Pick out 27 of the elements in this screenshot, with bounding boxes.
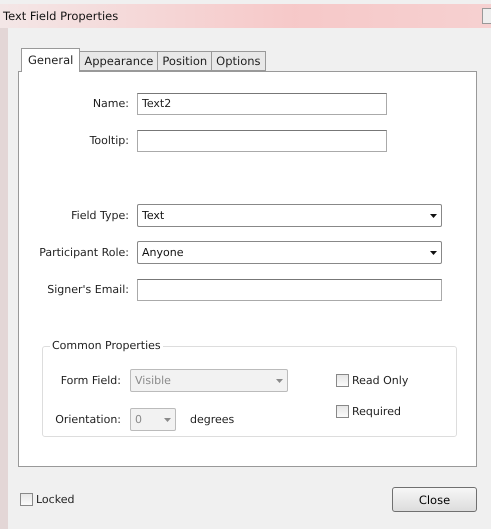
input-field[interactable]: [137, 130, 387, 152]
caret-icon: [430, 214, 437, 218]
window-title: Text Field Properties: [3, 9, 118, 23]
field-label: Signer's Email:: [46, 283, 130, 296]
tab[interactable]: General: [21, 48, 80, 72]
input-field[interactable]: Text2: [137, 92, 387, 114]
group-title: Common Properties: [50, 339, 163, 352]
tab[interactable]: Position: [157, 51, 212, 71]
input-field[interactable]: [137, 278, 442, 300]
checkbox[interactable]: Required: [336, 405, 408, 418]
tab[interactable]: Appearance: [79, 51, 158, 71]
checkbox[interactable]: Read Only: [336, 374, 408, 387]
tab[interactable]: Options: [211, 51, 266, 71]
caret-icon: [164, 418, 171, 422]
field-label: Field Type:: [70, 209, 130, 222]
field-label: Orientation:: [54, 413, 122, 426]
caret-icon: [276, 378, 283, 382]
close-button[interactable]: Close: [392, 487, 477, 512]
field-label: Participant Role:: [38, 246, 130, 259]
field-label: Name:: [92, 97, 130, 110]
field-label: Tooltip:: [88, 134, 130, 147]
dropdown[interactable]: Text: [137, 204, 442, 227]
caret-icon: [430, 250, 437, 254]
checkbox[interactable]: Locked: [20, 493, 74, 506]
dropdown[interactable]: Anyone: [137, 241, 442, 264]
unit-label: degrees: [190, 413, 234, 426]
field-label: Form Field:: [60, 374, 122, 387]
